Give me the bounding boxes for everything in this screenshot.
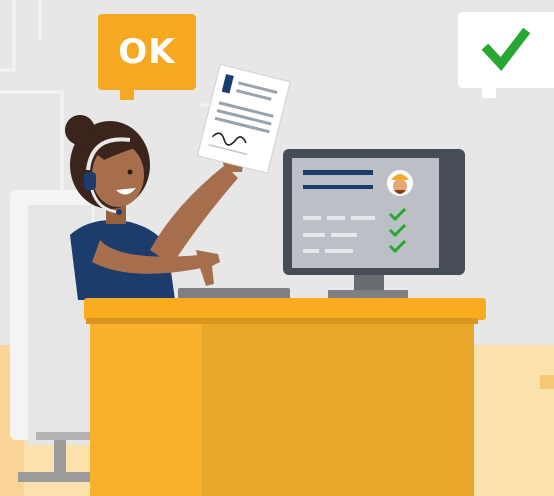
check-icon (481, 27, 531, 71)
ok-text: OK (118, 32, 176, 72)
desk (84, 298, 486, 496)
ok-speech-bubble: OK (98, 14, 196, 100)
bubble-tail (482, 86, 496, 98)
bubble-tail (120, 88, 134, 100)
check-speech-bubble (458, 12, 554, 98)
